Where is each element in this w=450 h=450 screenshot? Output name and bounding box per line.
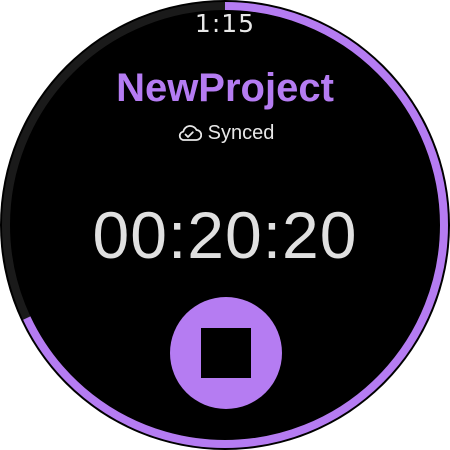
sync-status-label: Synced <box>207 122 275 144</box>
stop-icon <box>201 328 251 378</box>
cloud-check-icon <box>176 123 202 143</box>
project-title: NewProject <box>116 66 334 110</box>
sync-status: Synced <box>0 120 450 146</box>
stop-button[interactable] <box>170 297 282 409</box>
elapsed-time: 00:20:20 <box>92 198 358 272</box>
status-time: 1:15 <box>194 9 256 38</box>
watch-face: 1:15 NewProject Synced 00:20:20 <box>0 0 450 450</box>
